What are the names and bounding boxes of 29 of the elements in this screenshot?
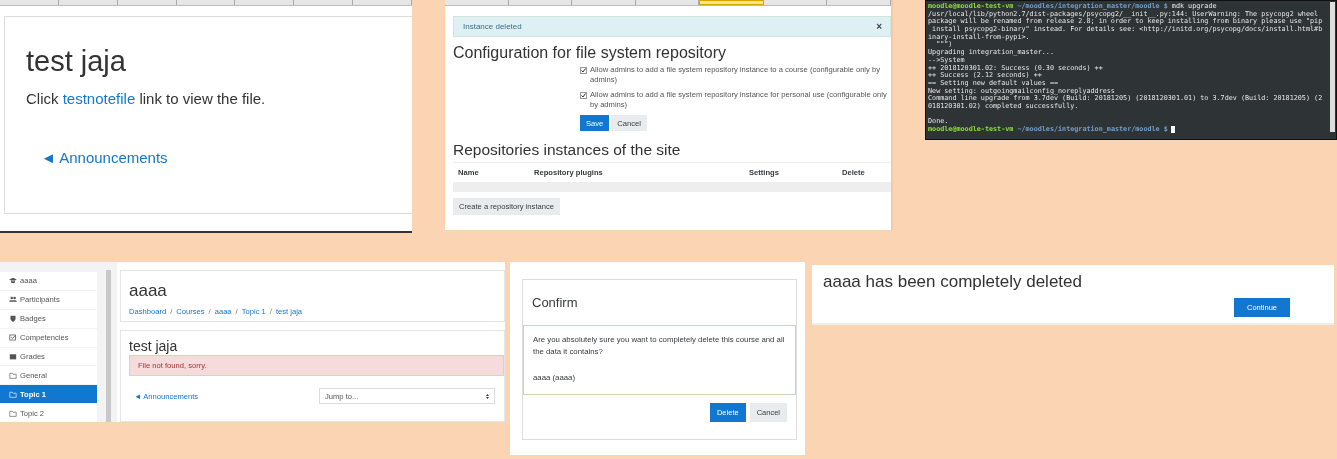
folder-icon [9,409,17,417]
section-heading: Configuration for file system repository [453,44,727,62]
text-cursor [1170,126,1175,133]
dialog-title: Confirm [531,294,579,312]
checkmark-icon [581,68,586,73]
tab[interactable] [699,0,764,5]
checkbox-icon [9,334,17,342]
scrollbar[interactable] [1330,2,1335,132]
shield-icon [9,315,17,323]
folder-icon [9,390,17,398]
checkbox[interactable] [580,67,587,74]
message-text: Click testnotefile link to view the file. [26,90,267,107]
checkmark-icon [581,93,586,98]
activity-title: test jaja [129,338,179,354]
graduation-cap-icon [9,277,17,285]
course-title: aaaa [129,281,168,301]
file-link[interactable]: testnotefile [62,90,136,107]
scrollbar[interactable] [106,270,111,422]
announcements-link[interactable]: ◄ Announcements [41,149,168,166]
page-title: test jaja [26,45,127,78]
table-icon [9,352,17,360]
section-heading: Repositories instances of the site [453,141,682,159]
users-icon [9,296,17,304]
notice-heading: aaaa has been completely deleted [823,272,1083,292]
sort-caret-icon [486,393,489,399]
close-button[interactable]: × [876,21,882,32]
checkbox[interactable] [580,92,587,99]
alert-text: Instance deleted [463,22,522,31]
folder-icon [9,371,17,379]
